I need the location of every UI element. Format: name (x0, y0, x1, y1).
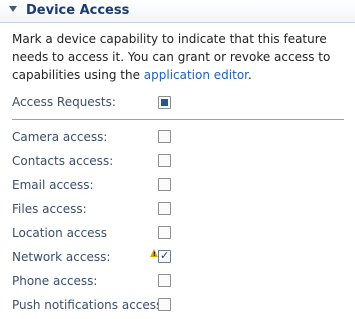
camera-access-label: Camera access: (12, 130, 108, 144)
checkmark-icon: ✓ (160, 249, 170, 262)
files-access-label: Files access: (12, 202, 87, 216)
camera-access-checkbox[interactable] (158, 130, 171, 143)
access-requests-label: Access Requests: (12, 95, 116, 109)
contacts-access-checkbox[interactable] (158, 154, 171, 167)
contacts-access-label: Contacts access: (12, 154, 114, 168)
location-access-label: Location access (12, 226, 108, 240)
collapse-triangle-icon[interactable] (9, 6, 17, 12)
push-notifications-access-label: Push notifications access: (12, 298, 167, 312)
section-title: Device Access (26, 3, 130, 18)
partial-fill (161, 99, 168, 106)
phone-access-label: Phone access: (12, 274, 98, 288)
access-requests-checkbox[interactable] (158, 96, 171, 109)
description-period: . (248, 68, 252, 82)
push-notifications-access-checkbox[interactable] (158, 298, 171, 311)
files-access-checkbox[interactable] (158, 202, 171, 215)
network-access-label: Network access: (12, 250, 111, 264)
email-access-label: Email access: (12, 178, 94, 192)
phone-access-checkbox[interactable] (158, 274, 171, 287)
separator (12, 119, 344, 120)
email-access-checkbox[interactable] (158, 178, 171, 191)
application-editor-link[interactable]: application editor (144, 68, 248, 82)
location-access-checkbox[interactable] (158, 226, 171, 239)
section-description: Mark a device capability to indicate tha… (12, 30, 347, 84)
section-header[interactable]: Device Access (0, 0, 355, 23)
network-access-checkbox[interactable]: ✓ (158, 249, 171, 263)
warning-icon: ! (150, 249, 158, 258)
